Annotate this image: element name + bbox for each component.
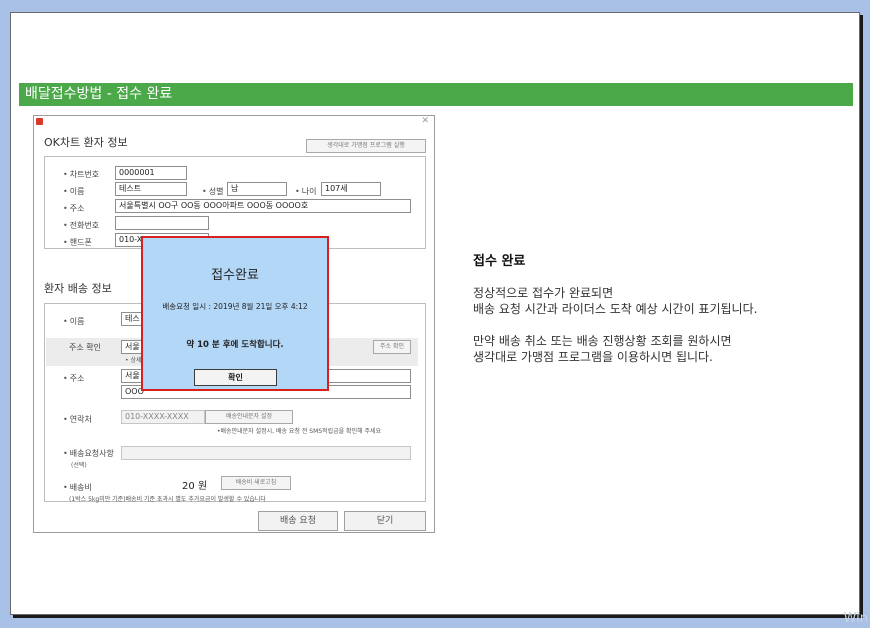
address-check-label: 주소 확인 <box>69 343 101 352</box>
age-label: • 나이 <box>295 187 317 196</box>
name-label: • 이름 <box>63 187 85 196</box>
app-icon <box>36 118 43 125</box>
description-paragraph-2: 만약 배송 취소 또는 배송 진행상황 조회를 원하시면 생각대로 가맹점 프로… <box>473 333 853 365</box>
request-optional-label: (선택) <box>71 462 87 469</box>
contact-field[interactable]: 010-XXXX-XXXX <box>121 410 205 424</box>
description-p1-line2: 배송 요청 시간과 라이더스 도착 예상 시간이 표기됩니다. <box>473 302 758 316</box>
description-paragraph-1: 정상적으로 접수가 완료되면 배송 요청 시간과 라이더스 도착 예상 시간이 … <box>473 285 853 317</box>
chart-no-field[interactable]: 0000001 <box>115 166 187 180</box>
description-panel: 접수 완료 정상적으로 접수가 완료되면 배송 요청 시간과 라이더스 도착 예… <box>473 250 853 365</box>
chart-no-label: • 차트번호 <box>63 170 100 179</box>
delivery-section-title: 환자 배송 정보 <box>44 282 112 295</box>
address-label: • 주소 <box>63 204 85 213</box>
delivery-name-label: • 이름 <box>63 317 85 326</box>
address-check-note: • 상세 <box>125 357 142 364</box>
description-p2-line1: 만약 배송 취소 또는 배송 진행상황 조회를 원하시면 <box>473 334 732 348</box>
mobile-label: • 핸드폰 <box>63 238 92 247</box>
description-p2-line2: 생각대로 가맹점 프로그램을 이용하시면 됩니다. <box>473 350 713 364</box>
sms-settings-button[interactable]: 배송안내문자 설정 <box>205 410 293 424</box>
dialog-title: 접수완료 <box>211 268 259 283</box>
request-delivery-button[interactable]: 배송 요청 <box>258 511 338 531</box>
fee-note: (1박스 5kg미만 기준)배송비 기준 초과시 별도 추가요금이 발생할 수 … <box>69 496 266 503</box>
dialog-request-time: 배송요청 일시 : 2019년 8월 21일 오후 4:12 <box>162 302 308 311</box>
description-heading: 접수 완료 <box>473 254 526 269</box>
gender-label: • 성별 <box>202 187 224 196</box>
age-field[interactable]: 107세 <box>321 182 381 196</box>
address-search-button[interactable]: 주소 확인 <box>373 340 411 354</box>
delivery-address-label: • 주소 <box>63 374 85 383</box>
description-p1-line1: 정상적으로 접수가 완료되면 <box>473 286 614 300</box>
window-titlebar: ✕ <box>34 116 434 128</box>
name-field[interactable]: 테스트 <box>115 182 187 196</box>
dialog-ok-button[interactable]: 확인 <box>194 369 277 386</box>
request-label: • 배송요청사항 <box>63 449 114 458</box>
contact-label: • 연락처 <box>63 415 92 424</box>
phone-label: • 전화번호 <box>63 221 100 230</box>
phone-field[interactable] <box>115 216 209 230</box>
patient-section-title: OK차트 환자 정보 <box>44 136 128 149</box>
run-program-button[interactable]: 생각대로 가맹점 프로그램 실행 <box>306 139 426 153</box>
close-icon[interactable]: ✕ <box>421 116 429 126</box>
fee-refresh-button[interactable]: 배송비 새로고침 <box>221 476 291 490</box>
slide-banner-title: 배달접수방법 - 접수 완료 <box>19 83 853 106</box>
request-field[interactable] <box>121 446 411 460</box>
gender-field[interactable]: 남 <box>227 182 287 196</box>
close-button[interactable]: 닫기 <box>344 511 426 531</box>
fee-value: 20 원 <box>182 481 208 492</box>
address-field[interactable]: 서울특별시 OO구 OO동 OOO아파트 OOO동 OOOO호 <box>115 199 411 213</box>
watermark: Win <box>843 611 868 626</box>
dialog-arrival-text: 약 10 분 후에 도착합니다. <box>186 340 284 350</box>
completion-dialog: 접수완료 배송요청 일시 : 2019년 8월 21일 오후 4:12 약 10… <box>141 236 329 391</box>
sms-note: •배송안내문자 설정시, 배송 요청 전 SMS적립금을 확인해 주세요 <box>217 428 382 435</box>
fee-label: • 배송비 <box>63 483 92 492</box>
